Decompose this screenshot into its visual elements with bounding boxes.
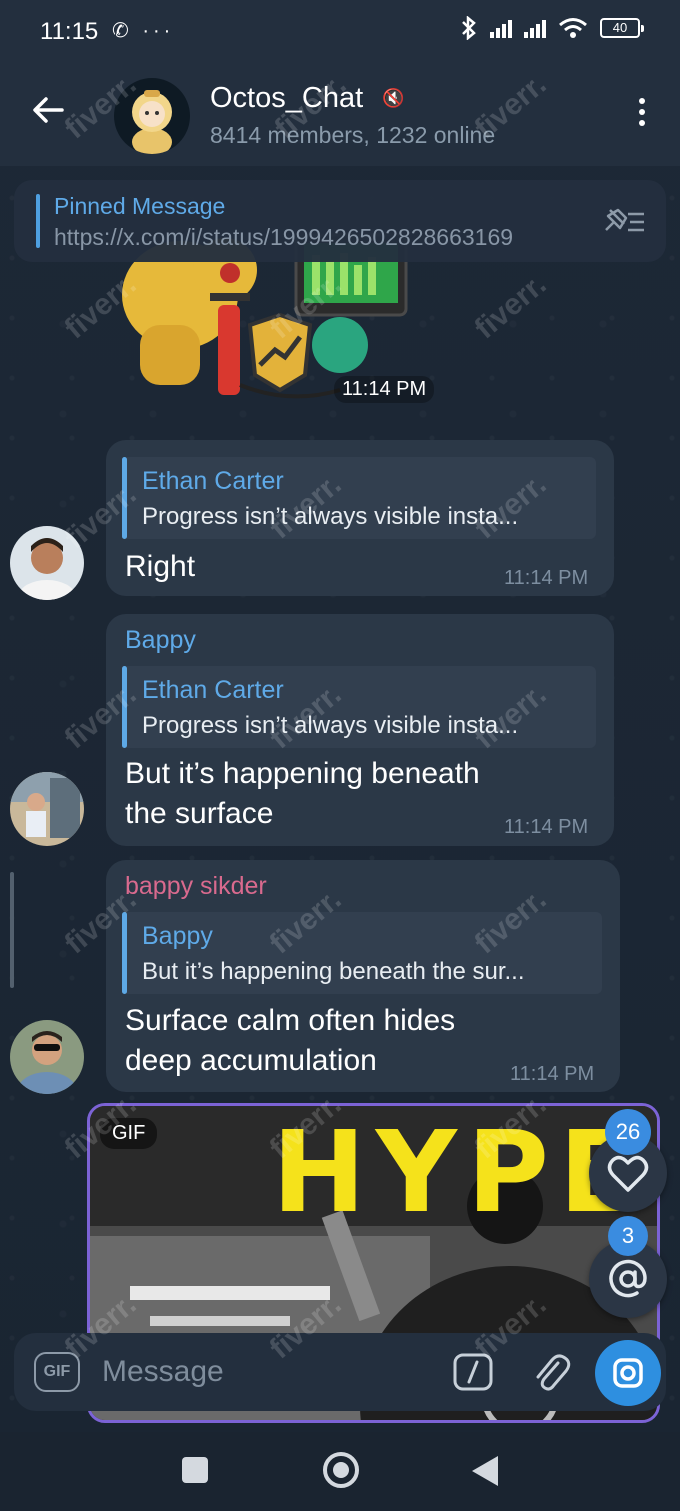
- wifi-icon: [559, 18, 587, 38]
- message-input[interactable]: [102, 1347, 432, 1397]
- message-time: 11:14 PM: [504, 567, 589, 589]
- chat-member-count: 8414 members, 1232 online: [210, 122, 496, 148]
- gif-picker-button[interactable]: GIF: [34, 1352, 80, 1392]
- status-right-icons: 40: [460, 16, 644, 40]
- pinned-title: Pinned Message: [54, 193, 226, 219]
- reply-sender: Bappy: [142, 922, 213, 950]
- astronaut-avatar-icon: [132, 90, 172, 154]
- user-photo-icon: [10, 526, 84, 600]
- reply-quote[interactable]: Bappy But it’s happening beneath the sur…: [122, 912, 602, 994]
- reply-text: Progress isn’t always visible insta...: [142, 712, 519, 739]
- mentions-count-badge: 3: [608, 1216, 648, 1256]
- camera-icon: [613, 1358, 643, 1388]
- message-composer: GIF: [14, 1333, 666, 1411]
- reply-quote[interactable]: Ethan Carter Progress isn’t always visib…: [122, 457, 596, 539]
- pinned-message-bar[interactable]: Pinned Message https://x.com/i/status/19…: [14, 180, 666, 262]
- back-arrow-icon[interactable]: [28, 90, 68, 130]
- chat-header: Octos_Chat 🔇 8414 members, 1232 online: [0, 62, 680, 166]
- pinned-list-icon[interactable]: [600, 204, 646, 238]
- camera-button[interactable]: [595, 1340, 661, 1406]
- status-time: 11:15: [40, 18, 99, 45]
- message-text: Right: [125, 550, 196, 583]
- sender-name[interactable]: Bappy: [125, 626, 196, 655]
- message-bubble[interactable]: Ethan Carter Progress isn’t always visib…: [106, 440, 614, 596]
- avatar[interactable]: [10, 772, 84, 846]
- message-text-line-1: But it’s happening beneath: [125, 757, 480, 790]
- message-time: 11:14 PM: [504, 816, 589, 838]
- reply-sender: Ethan Carter: [142, 676, 284, 704]
- avatar[interactable]: [10, 1020, 84, 1094]
- user-photo-icon: [10, 1020, 84, 1094]
- signal-icon-2: [524, 18, 546, 38]
- muted-icon: 🔇: [382, 88, 405, 108]
- paperclip-icon[interactable]: [530, 1349, 572, 1395]
- system-back-button[interactable]: [472, 1456, 498, 1486]
- bot-commands-icon[interactable]: [452, 1352, 494, 1392]
- group-avatar[interactable]: [114, 78, 190, 154]
- battery-icon: 40: [600, 18, 644, 38]
- home-button[interactable]: [323, 1452, 359, 1488]
- status-bar: 11:15 ✆ ··· 40: [0, 0, 680, 62]
- reply-text: But it’s happening beneath the sur...: [142, 958, 525, 985]
- message-time: 11:14 PM: [510, 1063, 595, 1085]
- gif-badge: GIF: [100, 1118, 158, 1149]
- more-options-icon[interactable]: [638, 98, 646, 130]
- bluetooth-icon: [462, 16, 476, 40]
- pinned-text: https://x.com/i/status/19994265028286631…: [54, 224, 514, 250]
- system-navigation-bar: [0, 1432, 680, 1511]
- reply-text: Progress isn’t always visible insta...: [142, 503, 519, 530]
- message-bubble[interactable]: bappy sikder Bappy But it’s happening be…: [106, 860, 620, 1092]
- sender-name[interactable]: bappy sikder: [125, 872, 267, 901]
- reply-quote[interactable]: Ethan Carter Progress isn’t always visib…: [122, 666, 596, 748]
- pinned-indicator: [36, 194, 40, 248]
- reply-sender: Ethan Carter: [142, 467, 284, 495]
- avatar[interactable]: [10, 526, 84, 600]
- notification-icons: ✆ ···: [112, 20, 175, 42]
- signal-icon: [490, 18, 512, 38]
- recent-apps-button[interactable]: [182, 1457, 208, 1483]
- message-text-line-2: deep accumulation: [125, 1044, 377, 1077]
- reactions-count-badge: 26: [605, 1109, 651, 1155]
- message-bubble[interactable]: Bappy Ethan Carter Progress isn’t always…: [106, 614, 614, 846]
- user-photo-icon: [10, 772, 84, 846]
- scrollbar[interactable]: [10, 872, 14, 988]
- message-text-line-1: Surface calm often hides: [125, 1004, 456, 1037]
- message-text-line-2: the surface: [125, 797, 274, 830]
- sticker-time: 11:14 PM: [334, 376, 435, 403]
- chat-title[interactable]: Octos_Chat: [210, 82, 363, 115]
